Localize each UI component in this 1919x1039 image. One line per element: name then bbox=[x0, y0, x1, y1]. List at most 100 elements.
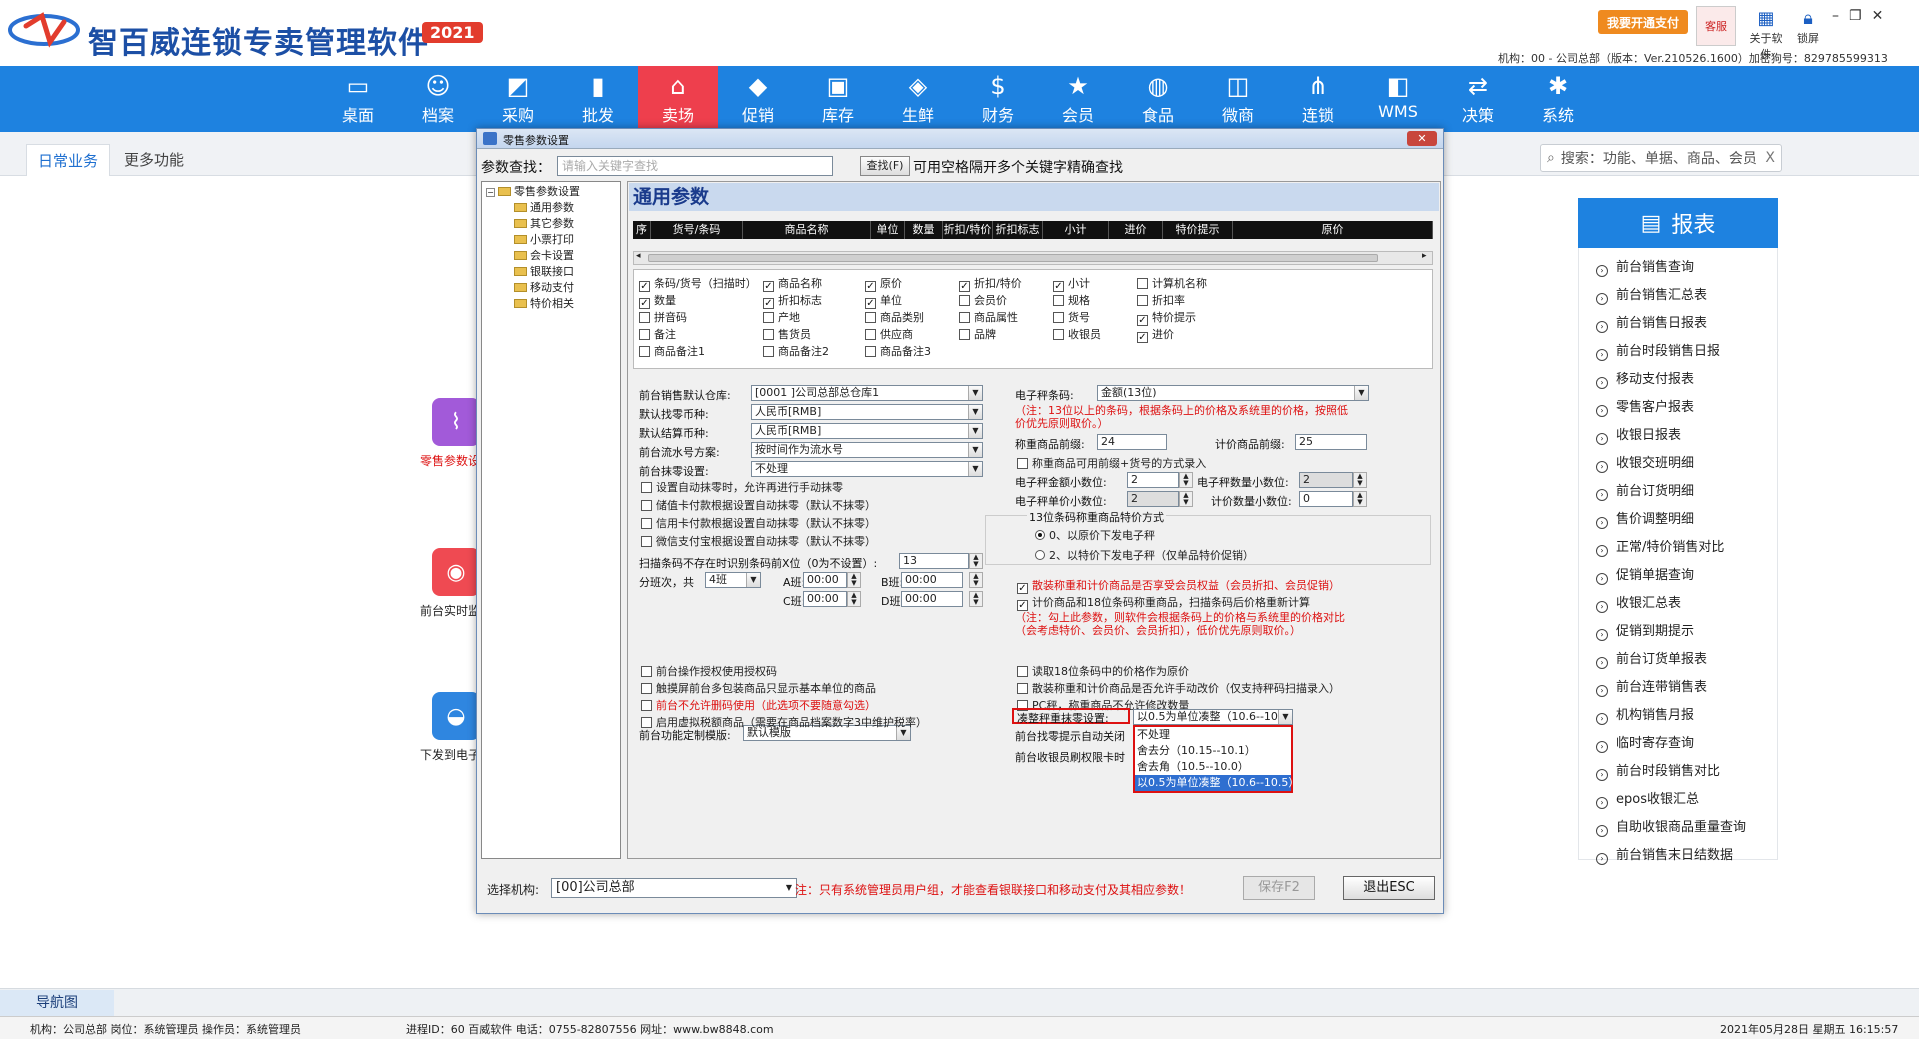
checkbox[interactable]: ✓ bbox=[1137, 332, 1148, 343]
left-option-check[interactable]: 信用卡付款根据设置自动抹零（默认不抹零） bbox=[641, 515, 876, 531]
report-item[interactable]: › 自助收银商品重量查询 bbox=[1596, 814, 1746, 842]
column-visibility-check[interactable]: ✓ 折扣标志 bbox=[763, 292, 822, 309]
report-item[interactable]: › 前台销售末日结数据 bbox=[1596, 842, 1746, 870]
rounding-select[interactable]: 不处理 ▼ bbox=[751, 461, 983, 477]
menu-item[interactable]: ◈ 生鲜 bbox=[878, 66, 958, 132]
spinner-icon[interactable]: ▲ ▼ bbox=[1353, 472, 1367, 488]
column-visibility-check[interactable]: ✓ 单位 bbox=[865, 292, 902, 309]
dropdown-option[interactable]: 以0.5为单位凑整（10.6--10.5） bbox=[1135, 775, 1299, 791]
column-visibility-check[interactable]: ✓ 条码/货号（扫描时） bbox=[639, 275, 757, 292]
chevron-down-icon[interactable]: ▼ bbox=[968, 443, 982, 457]
column-visibility-check[interactable]: 商品属性 bbox=[959, 309, 1018, 325]
menu-item[interactable]: ⌂ 卖场 bbox=[638, 66, 718, 132]
checkbox[interactable] bbox=[959, 312, 970, 323]
checkbox[interactable] bbox=[1053, 295, 1064, 306]
report-item[interactable]: › 机构销售月报 bbox=[1596, 702, 1746, 730]
column-visibility-check[interactable]: ✓ 进价 bbox=[1137, 326, 1174, 343]
checkbox[interactable] bbox=[763, 329, 774, 340]
tree-node[interactable]: 银联接口 bbox=[514, 264, 620, 280]
menu-item[interactable]: ▣ 库存 bbox=[798, 66, 878, 132]
chevron-down-icon[interactable]: ▼ bbox=[968, 405, 982, 419]
checkbox[interactable] bbox=[641, 482, 652, 493]
tree-node[interactable]: 通用参数 bbox=[514, 200, 620, 216]
tab-daily-business[interactable]: 日常业务 bbox=[26, 144, 110, 176]
menu-item[interactable]: ◫ 微商 bbox=[1198, 66, 1278, 132]
settle-currency-select[interactable]: 人民币[RMB] ▼ bbox=[751, 423, 983, 439]
menu-item[interactable]: ◆ 促销 bbox=[718, 66, 798, 132]
menu-item[interactable]: ▮ 批发 bbox=[558, 66, 638, 132]
checkbox[interactable] bbox=[865, 346, 876, 357]
column-visibility-check[interactable]: 货号 bbox=[1053, 309, 1090, 325]
recalculate-price-check[interactable]: ✓ 计价商品和18位条码称重商品，扫描条码后价格重新计算 bbox=[1017, 594, 1310, 611]
checkbox[interactable] bbox=[641, 518, 652, 529]
spinner-icon[interactable]: ▲ ▼ bbox=[969, 572, 983, 588]
menu-item[interactable]: ⋔ 连锁 bbox=[1278, 66, 1358, 132]
menu-item[interactable]: ◍ 食品 bbox=[1118, 66, 1198, 132]
left-option-check[interactable]: 前台操作授权使用授权码 bbox=[641, 663, 777, 679]
spinner-icon[interactable]: ▲ ▼ bbox=[847, 572, 861, 588]
report-item[interactable]: › 前台时段销售对比 bbox=[1596, 758, 1746, 786]
column-visibility-check[interactable]: 产地 bbox=[763, 309, 800, 325]
chevron-down-icon[interactable]: ▼ bbox=[968, 424, 982, 438]
shift-d-time[interactable]: 00:00 bbox=[901, 591, 963, 607]
checkbox[interactable] bbox=[1137, 295, 1148, 306]
report-item[interactable]: › 售价调整明细 bbox=[1596, 506, 1746, 534]
radio-button[interactable] bbox=[1035, 530, 1045, 540]
checkbox[interactable] bbox=[763, 312, 774, 323]
weigh-prefix-input[interactable]: 24 bbox=[1097, 434, 1167, 450]
column-visibility-check[interactable]: ✓ 特价提示 bbox=[1137, 309, 1196, 326]
tree-node[interactable]: 其它参数 bbox=[514, 216, 620, 232]
tree-node[interactable]: 小票打印 bbox=[514, 232, 620, 248]
column-visibility-check[interactable]: 折扣率 bbox=[1137, 292, 1185, 308]
customer-service-avatar[interactable]: 客服 bbox=[1696, 6, 1736, 46]
report-item[interactable]: › 收银日报表 bbox=[1596, 422, 1746, 450]
checkbox[interactable]: ✓ bbox=[639, 281, 650, 292]
checkbox[interactable] bbox=[865, 312, 876, 323]
checkbox[interactable] bbox=[763, 346, 774, 357]
menu-item[interactable]: ◧ WMS bbox=[1358, 66, 1438, 132]
minimize-icon[interactable]: – bbox=[1832, 8, 1849, 24]
left-option-check[interactable]: 微信支付宝根据设置自动抹零（默认不抹零） bbox=[641, 533, 876, 549]
shift-count-select[interactable]: 4班 ▼ bbox=[705, 572, 761, 588]
column-visibility-check[interactable]: ✓ 折扣/特价 bbox=[959, 275, 1022, 292]
menu-item[interactable]: ✱ 系统 bbox=[1518, 66, 1598, 132]
menu-item[interactable]: ▭ 桌面 bbox=[318, 66, 398, 132]
checkbox[interactable] bbox=[639, 346, 650, 357]
report-item[interactable]: › 前台销售汇总表 bbox=[1596, 282, 1746, 310]
chevron-down-icon[interactable]: ▼ bbox=[968, 462, 982, 476]
tree-node[interactable]: 会卡设置 bbox=[514, 248, 620, 264]
checkbox[interactable] bbox=[1053, 312, 1064, 323]
checkbox[interactable] bbox=[959, 295, 970, 306]
report-item[interactable]: › 零售客户报表 bbox=[1596, 394, 1746, 422]
save-button[interactable]: 保存F2 bbox=[1243, 876, 1315, 900]
close-icon[interactable]: ✕ bbox=[1872, 8, 1894, 24]
checkbox[interactable] bbox=[641, 666, 652, 677]
checkbox[interactable] bbox=[641, 700, 652, 711]
chevron-down-icon[interactable]: ▼ bbox=[746, 573, 760, 587]
global-search-input[interactable]: ⌕ 搜索：功能、单据、商品、会员 X bbox=[1540, 144, 1782, 172]
column-visibility-check[interactable]: 收银员 bbox=[1053, 326, 1101, 342]
shift-c-time[interactable]: 00:00 bbox=[803, 591, 847, 607]
spinner-icon[interactable]: ▲ ▼ bbox=[969, 553, 983, 569]
clear-search-icon[interactable]: X bbox=[1765, 150, 1775, 166]
checkbox[interactable] bbox=[1053, 329, 1064, 340]
checkbox[interactable]: ✓ bbox=[639, 298, 650, 309]
column-visibility-check[interactable]: ✓ 原价 bbox=[865, 275, 902, 292]
checkbox[interactable]: ✓ bbox=[865, 298, 876, 309]
window-controls[interactable]: –❐✕ bbox=[1832, 8, 1893, 24]
param-search-input[interactable]: 请输入关键字查找 bbox=[557, 156, 833, 176]
tree-node[interactable]: 特价相关 bbox=[514, 296, 620, 312]
scroll-right-icon[interactable]: ▸ bbox=[1422, 251, 1427, 261]
spinner-icon[interactable]: ▲ ▼ bbox=[969, 591, 983, 607]
report-item[interactable]: › 前台订货单报表 bbox=[1596, 646, 1746, 674]
scale-barcode-select[interactable]: 金额(13位) ▼ bbox=[1097, 385, 1369, 401]
spinner-icon[interactable]: ▲ ▼ bbox=[847, 591, 861, 607]
change-currency-select[interactable]: 人民币[RMB] ▼ bbox=[751, 404, 983, 420]
spinner-icon[interactable]: ▲ ▼ bbox=[1179, 472, 1193, 488]
column-visibility-check[interactable]: ✓ 小计 bbox=[1053, 275, 1090, 292]
report-item[interactable]: › 促销到期提示 bbox=[1596, 618, 1746, 646]
checkbox[interactable]: ✓ bbox=[1053, 281, 1064, 292]
column-visibility-check[interactable]: 售货员 bbox=[763, 326, 811, 342]
checkbox[interactable] bbox=[641, 717, 652, 728]
report-item[interactable]: › 正常/特价销售对比 bbox=[1596, 534, 1746, 562]
